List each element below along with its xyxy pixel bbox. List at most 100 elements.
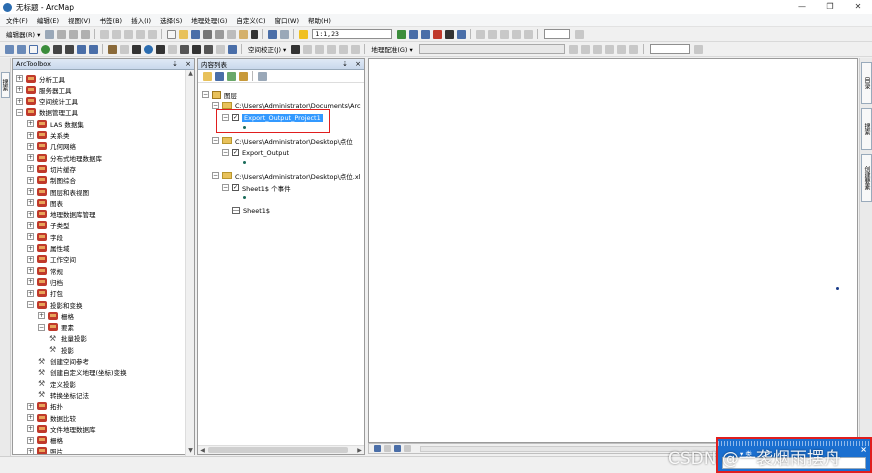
redo-icon[interactable]	[279, 29, 289, 39]
expand-icon[interactable]: +	[27, 425, 34, 433]
new-displacement-link-icon[interactable]	[302, 44, 312, 54]
list-by-source-icon[interactable]	[214, 71, 224, 81]
open-folder-icon[interactable]	[178, 29, 188, 39]
zoom-out-icon[interactable]	[16, 44, 26, 54]
menu-edit[interactable]: 编辑(E)	[37, 15, 59, 25]
expand-icon[interactable]: +	[27, 176, 34, 184]
trace-icon[interactable]	[68, 29, 78, 39]
toolbox-tree-item[interactable]: ⚒ 创建空间参考	[38, 356, 89, 367]
collapse-icon[interactable]: −	[202, 91, 209, 98]
toolbox-tree-item[interactable]: − 投影和变换	[27, 299, 83, 310]
topology-icon[interactable]	[499, 29, 509, 39]
expand-icon[interactable]: +	[27, 278, 34, 286]
point-icon[interactable]	[80, 29, 90, 39]
search-dock-tab-right[interactable]: 搜索	[861, 108, 872, 150]
expand-icon[interactable]: +	[38, 312, 45, 320]
link-table-icon[interactable]	[350, 44, 360, 54]
restore-button[interactable]: ❐	[816, 0, 844, 14]
effects-icon[interactable]	[694, 44, 704, 54]
expand-icon[interactable]: +	[27, 436, 34, 444]
toolbox-tree-item[interactable]: + 打包	[27, 288, 63, 299]
expand-icon[interactable]: +	[27, 120, 34, 128]
full-extent-icon[interactable]	[40, 44, 50, 54]
editor-menu[interactable]: 编辑器(R) ▾	[6, 29, 40, 39]
rotate-icon[interactable]	[123, 29, 133, 39]
more-tools-icon[interactable]	[574, 29, 584, 39]
new-document-icon[interactable]	[166, 29, 176, 39]
close-window-button[interactable]: ✕	[844, 0, 872, 14]
catalog-window-icon[interactable]	[420, 29, 430, 39]
collapse-icon[interactable]: −	[212, 172, 219, 179]
toolbox-tree-item[interactable]: + 常规	[27, 265, 63, 276]
add-data-icon[interactable]	[298, 29, 308, 39]
toolbox-tree-item[interactable]: + 属性域	[27, 243, 70, 254]
menu-geoprocessing[interactable]: 地理处理(G)	[191, 15, 227, 25]
editor-toolbar-icon[interactable]	[396, 29, 406, 39]
toc-options-icon[interactable]	[257, 71, 267, 81]
pan-icon[interactable]	[28, 44, 38, 54]
save-icon[interactable]	[190, 29, 200, 39]
scroll-down-icon[interactable]: ▼	[186, 447, 195, 456]
spatial-adjustment-menu[interactable]: 空间校正(J) ▾	[248, 44, 286, 54]
link-table-georef-icon[interactable]	[617, 44, 627, 54]
copy-icon[interactable]	[226, 29, 236, 39]
toolbox-tree-item[interactable]: + 制图综合	[27, 175, 76, 186]
menu-view[interactable]: 视图(V)	[68, 15, 91, 25]
close-icon[interactable]: ×	[860, 445, 867, 454]
toolbox-tree-item[interactable]: + 字段	[27, 231, 63, 242]
list-by-visibility-icon[interactable]	[226, 71, 236, 81]
cut-icon[interactable]	[214, 29, 224, 39]
layers-root[interactable]: − 图层	[202, 89, 237, 100]
select-elements-icon[interactable]	[131, 44, 141, 54]
toolbox-tree-item[interactable]: + 栅格	[27, 435, 63, 446]
toolbox-tree-item[interactable]: + LAS 数据集	[27, 118, 84, 129]
expand-icon[interactable]: +	[27, 131, 34, 139]
menu-insert[interactable]: 插入(I)	[131, 15, 151, 25]
toc-scrollbar[interactable]: ◀ ▶	[198, 445, 364, 454]
georef-layer-dropdown[interactable]	[418, 44, 565, 54]
multi-link-icon[interactable]	[326, 44, 336, 54]
expand-icon[interactable]: +	[27, 414, 34, 421]
expand-icon[interactable]: +	[27, 267, 34, 275]
layer-visibility-checkbox[interactable]: ✓	[232, 149, 239, 156]
list-by-drawing-order-icon[interactable]	[202, 71, 212, 81]
scroll-right-icon[interactable]: ▶	[355, 446, 364, 455]
toolbox-tree-item[interactable]: ⚒ 转换坐标记法	[38, 389, 89, 400]
viewer-icon[interactable]	[629, 44, 639, 54]
hyperlink-icon[interactable]	[155, 44, 165, 54]
toolbox-tree-item[interactable]: + 栅格	[38, 310, 74, 321]
split-icon[interactable]	[111, 29, 121, 39]
delete-icon[interactable]	[250, 29, 258, 39]
undo-icon[interactable]	[267, 29, 277, 39]
menu-windows[interactable]: 窗口(W)	[275, 15, 300, 25]
expand-icon[interactable]: +	[27, 142, 34, 150]
scale-georef-icon[interactable]	[593, 44, 603, 54]
viewer-window-icon[interactable]	[227, 44, 237, 54]
toc-source-folder[interactable]: − C:\Users\Administrator\Desktop\点位	[212, 135, 353, 146]
list-by-selection-icon[interactable]	[238, 71, 248, 81]
expand-icon[interactable]: +	[27, 447, 34, 454]
toolbox-tree-item[interactable]: + 工作空间	[27, 254, 76, 265]
toolbox-tree-item[interactable]: + 子类型	[27, 220, 70, 231]
toolbox-tree-item[interactable]: + 图层和表视图	[27, 186, 89, 197]
refresh-icon[interactable]	[393, 445, 401, 452]
scroll-up-icon[interactable]: ▲	[186, 70, 195, 79]
control-points-icon[interactable]	[605, 44, 615, 54]
model-builder-icon[interactable]	[456, 29, 466, 39]
catalog-dock-tab[interactable]: 目录	[861, 62, 872, 104]
select-adjust-icon[interactable]	[290, 44, 300, 54]
toolbox-tree-item[interactable]: + 分布式地理数据库	[27, 152, 102, 163]
toc-layer[interactable]: − ✓ Export_Output	[222, 147, 289, 158]
toc-table[interactable]: −Sheet1$	[222, 205, 270, 216]
toolbox-tree-item[interactable]: ⚒ 投影	[49, 344, 74, 355]
layer-select-box[interactable]	[544, 29, 571, 39]
toolbox-tree-item[interactable]: + 分析工具	[16, 73, 65, 84]
toolbox-tree-item[interactable]: + 服务器工具	[16, 84, 72, 95]
collapse-icon[interactable]: −	[222, 184, 229, 191]
close-icon[interactable]: ×	[185, 60, 191, 68]
identify-icon[interactable]	[143, 44, 153, 54]
expand-icon[interactable]: +	[27, 165, 34, 173]
clear-selection-icon[interactable]	[119, 44, 129, 54]
toolbox-tree-item[interactable]: + 切片缓存	[27, 163, 76, 174]
expand-icon[interactable]: +	[27, 255, 34, 263]
